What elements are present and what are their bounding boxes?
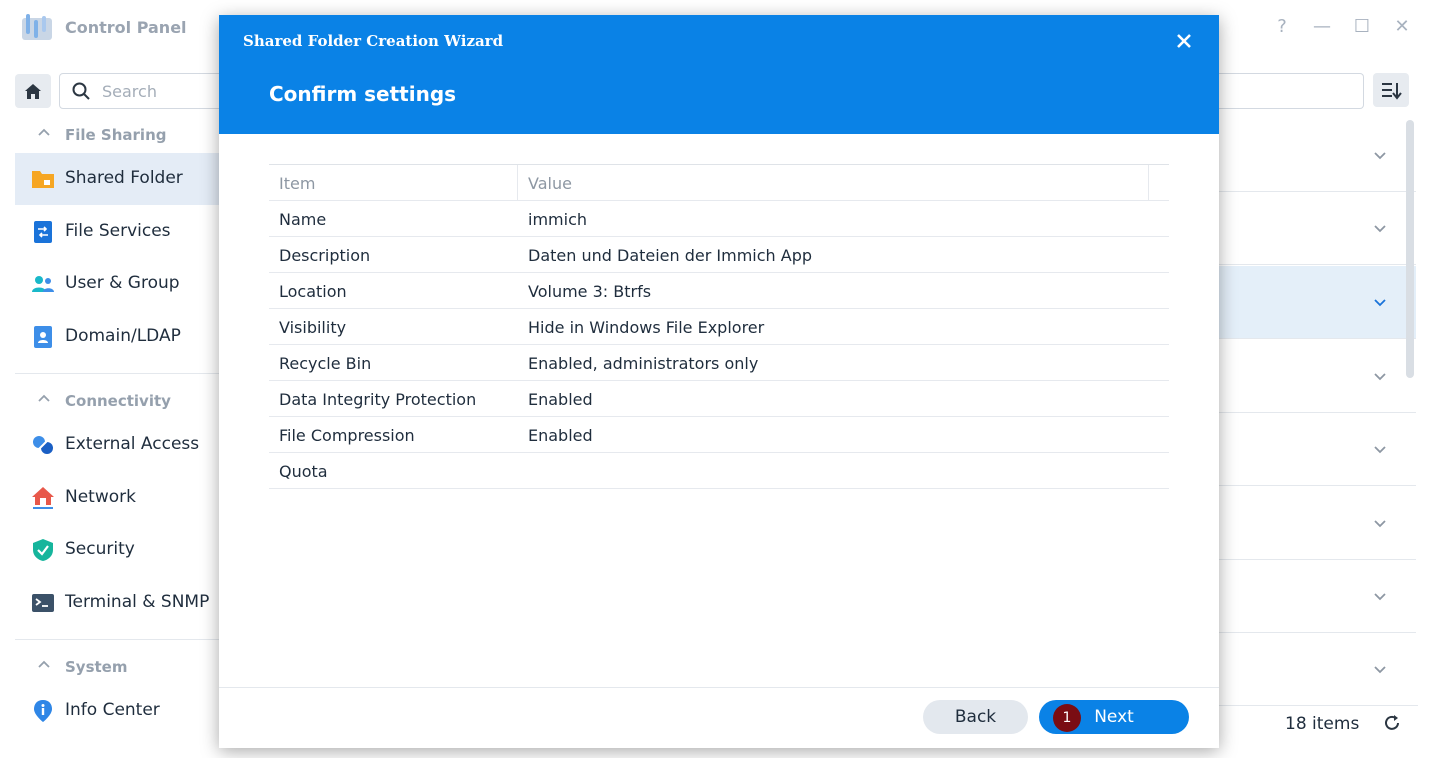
list-row[interactable] bbox=[1218, 119, 1416, 192]
chevron-down-icon[interactable] bbox=[1372, 368, 1388, 384]
row-item: Quota bbox=[279, 462, 328, 481]
step-badge: 1 bbox=[1053, 704, 1081, 732]
list-row-selected[interactable] bbox=[1218, 266, 1416, 339]
table-row: Location Volume 3: Btrfs bbox=[269, 273, 1169, 309]
wizard-header: Shared Folder Creation Wizard Confirm se… bbox=[219, 15, 1219, 134]
column-header-value[interactable]: Value bbox=[528, 174, 572, 193]
row-value: Enabled bbox=[528, 390, 593, 409]
help-button[interactable]: ? bbox=[1271, 16, 1293, 38]
row-value: immich bbox=[528, 210, 587, 229]
row-item: Recycle Bin bbox=[279, 354, 372, 373]
info-icon bbox=[34, 700, 52, 722]
row-value: Volume 3: Btrfs bbox=[528, 282, 652, 301]
users-icon bbox=[32, 276, 54, 292]
list-row[interactable] bbox=[1218, 192, 1416, 265]
file-services-icon bbox=[34, 221, 52, 243]
terminal-icon bbox=[32, 594, 54, 612]
list-filter-input[interactable] bbox=[1215, 73, 1364, 109]
folder-icon bbox=[32, 171, 54, 188]
column-divider[interactable] bbox=[1148, 165, 1149, 200]
chevron-down-icon[interactable] bbox=[1372, 220, 1388, 236]
network-icon bbox=[32, 487, 54, 509]
chevron-down-icon[interactable] bbox=[1372, 294, 1388, 310]
home-button[interactable] bbox=[15, 74, 51, 108]
row-value: Enabled, administrators only bbox=[528, 354, 759, 373]
maximize-button[interactable]: ☐ bbox=[1351, 16, 1373, 38]
close-icon[interactable] bbox=[1172, 29, 1196, 53]
column-header-item[interactable]: Item bbox=[279, 174, 315, 193]
table-row: Name immich bbox=[269, 201, 1169, 237]
chevron-up-icon bbox=[38, 660, 50, 668]
table-row: Data Integrity Protection Enabled bbox=[269, 381, 1169, 417]
sidebar-item-shared-folder[interactable]: Shared Folder bbox=[15, 153, 225, 205]
chevron-down-icon[interactable] bbox=[1372, 147, 1388, 163]
sidebar-item-info-center[interactable]: Info Center bbox=[15, 685, 225, 737]
list-scrollbar[interactable] bbox=[1406, 120, 1414, 378]
chevron-down-icon[interactable] bbox=[1372, 588, 1388, 604]
back-button[interactable]: Back bbox=[923, 700, 1028, 734]
table-header: Item Value bbox=[269, 164, 1169, 201]
chevron-up-icon bbox=[38, 128, 50, 136]
sidebar-item-network[interactable]: Network bbox=[15, 472, 225, 524]
table-row: Recycle Bin Enabled, administrators only bbox=[269, 345, 1169, 381]
column-divider[interactable] bbox=[517, 165, 518, 200]
chevron-down-icon[interactable] bbox=[1372, 661, 1388, 677]
row-value: Hide in Windows File Explorer bbox=[528, 318, 765, 337]
list-row[interactable] bbox=[1218, 413, 1416, 486]
sidebar-item-external-access[interactable]: External Access bbox=[15, 419, 225, 471]
row-item: Data Integrity Protection bbox=[279, 390, 477, 409]
window-close-button[interactable]: ✕ bbox=[1391, 16, 1413, 38]
control-panel-logo-icon bbox=[22, 14, 52, 40]
sidebar-section-file-sharing[interactable]: File Sharing bbox=[15, 121, 225, 151]
minimize-button[interactable]: — bbox=[1311, 16, 1333, 38]
items-count: 18 items bbox=[1285, 714, 1360, 734]
row-item: Name bbox=[279, 210, 327, 229]
sidebar-divider bbox=[15, 639, 220, 640]
sidebar-section-connectivity[interactable]: Connectivity bbox=[15, 387, 225, 417]
sidebar-item-domain-ldap[interactable]: Domain/LDAP bbox=[15, 311, 225, 363]
list-row[interactable] bbox=[1218, 633, 1416, 706]
chevron-up-icon bbox=[38, 394, 50, 402]
shared-folder-wizard-dialog: Shared Folder Creation Wizard Confirm se… bbox=[219, 15, 1219, 748]
sidebar-item-terminal-snmp[interactable]: Terminal & SNMP bbox=[15, 577, 225, 629]
chevron-down-icon[interactable] bbox=[1372, 515, 1388, 531]
row-item: Visibility bbox=[279, 318, 347, 337]
sidebar-item-user-group[interactable]: User & Group bbox=[15, 258, 225, 310]
shield-icon bbox=[33, 539, 53, 561]
row-item: Location bbox=[279, 282, 347, 301]
sidebar-section-system[interactable]: System bbox=[15, 653, 225, 683]
search-icon bbox=[72, 82, 90, 100]
list-row[interactable] bbox=[1218, 560, 1416, 633]
table-row: Quota bbox=[269, 453, 1169, 489]
step-title: Confirm settings bbox=[269, 82, 457, 106]
search-placeholder: Search bbox=[102, 82, 157, 101]
window-title: Control Panel bbox=[65, 18, 187, 37]
wizard-title: Shared Folder Creation Wizard bbox=[243, 32, 504, 50]
domain-icon bbox=[34, 326, 52, 348]
table-row: Visibility Hide in Windows File Explorer bbox=[269, 309, 1169, 345]
wizard-footer: Back Next 1 bbox=[219, 687, 1219, 748]
sidebar-item-security[interactable]: Security bbox=[15, 524, 225, 576]
chevron-down-icon[interactable] bbox=[1372, 441, 1388, 457]
sidebar-item-file-services[interactable]: File Services bbox=[15, 206, 225, 258]
sort-button[interactable] bbox=[1373, 73, 1409, 107]
sidebar: File Sharing Shared Folder File Services… bbox=[0, 118, 225, 758]
table-row: File Compression Enabled bbox=[269, 417, 1169, 453]
sidebar-divider bbox=[15, 373, 220, 374]
list-row[interactable] bbox=[1218, 487, 1416, 560]
external-access-icon bbox=[33, 436, 53, 454]
row-value: Daten und Dateien der Immich App bbox=[528, 246, 813, 265]
home-icon bbox=[25, 84, 41, 99]
settings-table: Item Value Name immich Description Daten… bbox=[269, 164, 1169, 489]
table-row: Description Daten und Dateien der Immich… bbox=[269, 237, 1169, 273]
row-value: Enabled bbox=[528, 426, 593, 445]
list-row[interactable] bbox=[1218, 340, 1416, 413]
row-item: File Compression bbox=[279, 426, 415, 445]
row-item: Description bbox=[279, 246, 371, 265]
sort-icon bbox=[1382, 83, 1402, 100]
refresh-icon[interactable] bbox=[1383, 714, 1401, 732]
